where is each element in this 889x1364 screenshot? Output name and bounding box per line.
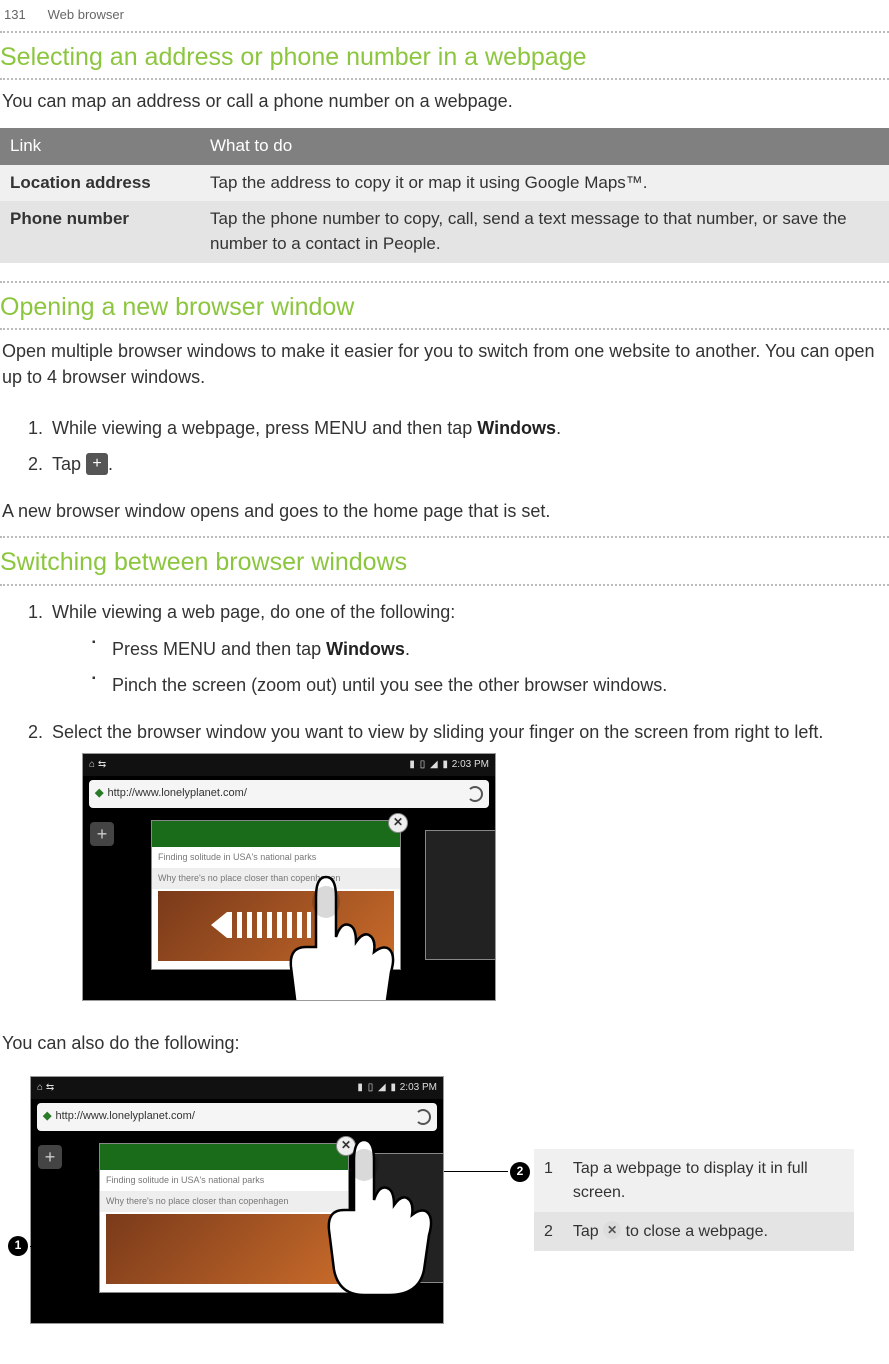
reload-icon [467,786,483,802]
step-1: While viewing a webpage, press MENU and … [48,410,889,446]
sub-text: . [405,639,410,659]
add-tab-area: + [83,812,121,1000]
thumbnails-area: Finding solitude in USA's national parks… [69,1135,443,1323]
cell-link: Location address [0,165,200,202]
device-screenshot: ⌂ ⇆ ▮ ▯ ◢ ▮ 2:03 PM ◆http://www.lonelypl… [30,1076,444,1324]
device-screenshot: ⌂ ⇆ ▮ ▯ ◢ ▮ 2:03 PM ◆http://www.lonelypl… [82,753,496,1001]
add-tab-area: + [31,1135,69,1323]
home-icon: ⌂ ⇆ [37,1081,54,1096]
url-bar: ◆http://www.lonelyplanet.com/ [89,780,489,808]
home-icon: ⌂ ⇆ [89,758,106,773]
step-2: Tap +. [48,446,889,482]
callout-num: 1 [534,1149,563,1211]
hand-icon [271,867,421,1001]
section1-intro: You can map an address or call a phone n… [0,80,889,126]
cell-link: Phone number [0,201,200,262]
step-text: While viewing a webpage, press MENU and … [52,418,477,438]
close-icon: ✕ [388,813,408,833]
section2-after: A new browser window opens and goes to t… [0,490,889,536]
step-text: Tap [52,454,86,474]
callout-text-a: Tap [573,1223,603,1240]
step-1: While viewing a web page, do one of the … [48,594,889,714]
section-title-2: Opening a new browser window [0,283,889,328]
sub-list: Press MENU and then tap Windows. Pinch t… [92,631,887,703]
section-title-1: Selecting an address or phone number in … [0,33,889,78]
callout-line-2 [444,1171,508,1172]
section-title-3: Switching between browser windows [0,538,889,583]
page-number: 131 [4,6,44,25]
step-2: Select the browser window you want to vi… [48,714,889,1014]
cell-what: Tap the address to copy it or map it usi… [200,165,889,202]
step-bold: Windows [477,418,556,438]
url-text: http://www.lonelyplanet.com/ [107,787,246,799]
callout-badge-1: 1 [8,1236,28,1256]
status-bar: ⌂ ⇆ ▮ ▯ ◢ ▮ 2:03 PM [31,1077,443,1099]
callout-text-b: to close a webpage. [621,1223,768,1240]
step-text: . [108,454,113,474]
step-text: While viewing a web page, do one of the … [52,602,455,622]
th-what: What to do [200,128,889,165]
callout-table: 1 Tap a webpage to display it in full sc… [534,1149,854,1251]
plus-icon: + [38,1145,62,1169]
url-text: http://www.lonelyplanet.com/ [55,1110,194,1122]
plus-icon: + [90,822,114,846]
callout-text: Tap a webpage to display it in full scre… [563,1149,854,1211]
close-icon: ✕ [603,1221,621,1239]
thumb-side [425,830,496,960]
step-text: Select the browser window you want to vi… [52,722,823,742]
callout-row-2: 2 Tap ✕ to close a webpage. [534,1212,854,1251]
status-time: ▮ ▯ ◢ ▮ 2:03 PM [357,1081,437,1096]
cell-what: Tap the phone number to copy, call, send… [200,201,889,262]
sub-item-2: Pinch the screen (zoom out) until you se… [92,667,887,703]
reload-icon [415,1109,431,1125]
screenshot-body: + Finding solitude in USA's national par… [31,1135,443,1323]
callout-num: 2 [534,1212,563,1251]
section3-after: You can also do the following: [0,1022,889,1068]
thumb-headline: Finding solitude in USA's national parks [152,847,400,868]
url-bar: ◆http://www.lonelyplanet.com/ [37,1103,437,1131]
section-name: Web browser [48,7,124,22]
steps-list-2: While viewing a web page, do one of the … [48,594,889,1014]
callout-row-1: 1 Tap a webpage to display it in full sc… [534,1149,854,1211]
page-header: 131 Web browser [0,0,889,31]
status-time: ▮ ▯ ◢ ▮ 2:03 PM [409,758,489,773]
thumbnails-area: Finding solitude in USA's national parks… [121,812,495,1000]
sub-text: Press MENU and then tap [112,639,326,659]
th-link: Link [0,128,200,165]
step-text: . [556,418,561,438]
link-table: Link What to do Location address Tap the… [0,128,889,263]
status-bar: ⌂ ⇆ ▮ ▯ ◢ ▮ 2:03 PM [83,754,495,776]
hand-icon [309,1130,444,1300]
table-row: Location address Tap the address to copy… [0,165,889,202]
steps-list-1: While viewing a webpage, press MENU and … [48,410,889,482]
screenshot-1: ⌂ ⇆ ▮ ▯ ◢ ▮ 2:03 PM ◆http://www.lonelypl… [82,753,887,1001]
table-row: Phone number Tap the phone number to cop… [0,201,889,262]
screenshot-body: + Finding solitude in USA's national par… [83,812,495,1000]
sub-bold: Windows [326,639,405,659]
section2-intro: Open multiple browser windows to make it… [0,330,889,402]
sub-item-1: Press MENU and then tap Windows. [92,631,887,667]
screenshot-2-wrap: ⌂ ⇆ ▮ ▯ ◢ ▮ 2:03 PM ◆http://www.lonelypl… [0,1076,444,1324]
plus-icon: + [86,453,108,475]
divider [0,584,889,586]
callout-block: ⌂ ⇆ ▮ ▯ ◢ ▮ 2:03 PM ◆http://www.lonelypl… [0,1076,889,1324]
callout-text: Tap ✕ to close a webpage. [563,1212,854,1251]
callout-text-block: 1 Tap a webpage to display it in full sc… [444,1149,889,1251]
